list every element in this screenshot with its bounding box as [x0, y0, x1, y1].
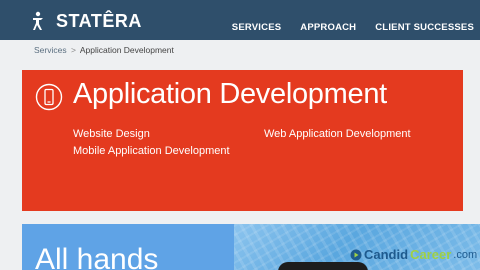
- link-web-application-development[interactable]: Web Application Development: [264, 128, 411, 140]
- play-circle-icon: [350, 249, 362, 260]
- link-website-design[interactable]: Website Design: [73, 128, 150, 140]
- watermark-part3: .com: [453, 248, 478, 261]
- person-logo-icon: [33, 11, 43, 30]
- statera-logo[interactable]: STATÊRA: [32, 10, 142, 31]
- nav-approach[interactable]: APPROACH: [300, 22, 356, 33]
- watermark-part1: Candid: [364, 247, 409, 262]
- site-header: STATÊRA SERVICES APPROACH CLIENT SUCCESS…: [0, 0, 480, 40]
- page-title: Application Development: [73, 78, 387, 110]
- watermark-part2: Career: [410, 247, 452, 262]
- mobile-phone-icon: [35, 83, 63, 111]
- service-card: Application Development Website Design M…: [22, 70, 463, 211]
- breadcrumb-separator: >: [70, 45, 76, 55]
- breadcrumb-current: Application Development: [79, 45, 174, 55]
- breadcrumb-services-link[interactable]: Services: [34, 45, 67, 55]
- device-image: [278, 262, 368, 270]
- main-nav: SERVICES APPROACH CLIENT SUCCESSES: [232, 22, 474, 33]
- candidcareer-watermark: Candid Career .com: [350, 247, 477, 262]
- link-mobile-application-development[interactable]: Mobile Application Development: [73, 145, 230, 157]
- hero-headline: All hands: [35, 243, 159, 270]
- nav-services[interactable]: SERVICES: [232, 22, 281, 33]
- breadcrumb: Services > Application Development: [34, 45, 174, 55]
- logo-text: STATÊRA: [56, 10, 142, 31]
- nav-client-successes[interactable]: CLIENT SUCCESSES: [375, 22, 474, 33]
